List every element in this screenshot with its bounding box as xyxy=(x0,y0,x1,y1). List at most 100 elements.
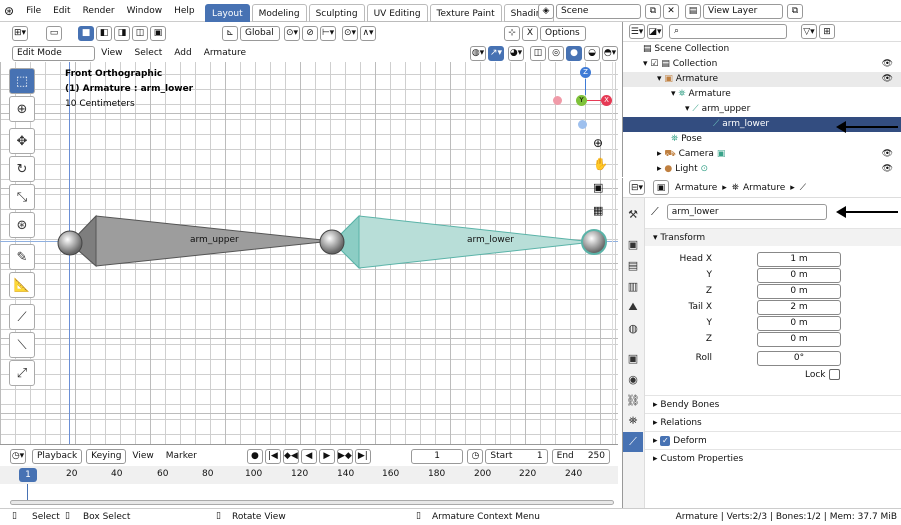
output-properties-icon[interactable]: ▤ xyxy=(623,255,643,275)
blender-logo-icon[interactable]: ⊛ xyxy=(4,4,14,18)
roll-field[interactable]: 0° xyxy=(757,351,841,366)
shading-wireframe-icon[interactable]: ◎ xyxy=(548,45,564,61)
current-frame-field[interactable]: 1 xyxy=(410,448,464,464)
menu-file[interactable]: File xyxy=(20,0,47,22)
select-mode-subtract-icon[interactable]: ◨ xyxy=(114,25,130,41)
new-scene-icon[interactable]: ⧉ xyxy=(645,3,661,19)
overlays-icon[interactable]: ◕▾ xyxy=(508,45,524,61)
menu-select[interactable]: Select xyxy=(129,42,169,64)
measure-icon[interactable]: 📐 xyxy=(9,272,35,298)
shading-solid-icon[interactable]: ● xyxy=(566,45,582,61)
pan-hand-icon[interactable]: ✋ xyxy=(593,157,608,171)
outliner-editor-type-icon[interactable]: ☰▾ xyxy=(629,24,645,39)
falloff-icon[interactable]: ∧▾ xyxy=(360,25,376,41)
prev-keyframe-icon[interactable]: ◆◀ xyxy=(282,448,299,464)
mode-dropdown[interactable]: Edit Mode xyxy=(12,45,96,61)
shading-material-icon[interactable]: ◒ xyxy=(584,45,600,61)
menu-window[interactable]: Window xyxy=(121,0,169,22)
camera-view-icon[interactable]: ▣ xyxy=(593,181,603,194)
outliner-search-input[interactable]: ⌕ xyxy=(669,24,787,39)
timeline-editor-icon[interactable]: ◷▾ xyxy=(10,448,26,464)
tab-modeling[interactable]: Modeling xyxy=(251,4,307,22)
delete-scene-icon[interactable]: ✕ xyxy=(663,3,679,19)
tool-settings-icon[interactable]: ⚒ xyxy=(623,204,643,224)
expand-arrow-icon[interactable]: ▸ xyxy=(657,149,662,159)
gizmo-neg-z[interactable] xyxy=(578,120,587,129)
outliner-row-arm-upper[interactable]: ▾ ⟋ arm_upper xyxy=(623,102,901,117)
snap-target-icon[interactable]: ⊢▾ xyxy=(320,25,336,41)
menu-add[interactable]: Add xyxy=(168,42,197,64)
transform-icon[interactable]: ⊛ xyxy=(9,212,35,238)
select-mode-intersect-icon[interactable]: ▣ xyxy=(150,25,166,41)
keying-dropdown[interactable]: Keying xyxy=(86,448,127,464)
checkbox-icon[interactable]: ☑ xyxy=(650,59,658,69)
outliner-row-collection[interactable]: ▾ ☑ ▤ Collection 👁 xyxy=(623,57,901,72)
bendy-bones-section[interactable]: ▸ Bendy Bones xyxy=(645,395,901,413)
xray-icon[interactable]: ◫ xyxy=(530,45,546,61)
joint-lower-tail[interactable] xyxy=(581,229,607,255)
bone-roll-icon[interactable]: ⟋ xyxy=(9,304,35,330)
expand-arrow-icon[interactable]: ▾ xyxy=(643,59,648,69)
annotate-icon[interactable]: ✎ xyxy=(9,244,35,270)
scale-icon[interactable]: ⤡ xyxy=(9,184,35,210)
play-reverse-icon[interactable]: ◀ xyxy=(300,448,317,464)
jump-start-icon[interactable]: |◀ xyxy=(264,448,281,464)
render-properties-icon[interactable]: ▣ xyxy=(623,234,643,254)
timeline-scrollbar[interactable] xyxy=(10,500,614,505)
frame-ruler[interactable]: 1 20 40 60 80 100 120 140 160 180 200 22… xyxy=(0,466,618,484)
scene-name[interactable]: Scene xyxy=(556,3,641,19)
tail-z-field[interactable]: 0 m xyxy=(757,332,841,347)
pivot-point-icon[interactable]: ⊙▾ xyxy=(284,25,300,41)
properties-editor-type-icon[interactable]: ⊟▾ xyxy=(629,180,645,195)
preview-range-icon[interactable]: ◷ xyxy=(467,448,484,464)
tab-layout[interactable]: Layout xyxy=(205,4,250,22)
menu-edit[interactable]: Edit xyxy=(47,0,76,22)
display-mode-icon[interactable]: ◪▾ xyxy=(647,24,663,39)
head-y-field[interactable]: 0 m xyxy=(757,268,841,283)
bone-name-field[interactable]: arm_lower xyxy=(666,204,827,220)
options-dropdown[interactable]: Options xyxy=(540,25,586,41)
view-layer-icon[interactable]: ▤ xyxy=(685,3,701,19)
visibility-eye-icon[interactable]: 👁 xyxy=(882,147,893,162)
bone-size-icon[interactable]: ⟍ xyxy=(9,332,35,358)
tab-texture-paint[interactable]: Texture Paint xyxy=(429,4,502,22)
tail-x-field[interactable]: 2 m xyxy=(757,300,841,315)
gizmo-y-axis[interactable]: Y xyxy=(576,95,587,106)
menu-help[interactable]: Help xyxy=(168,0,201,22)
view-layer-properties-icon[interactable]: ▥ xyxy=(623,276,643,296)
object-properties-icon[interactable]: ▣ xyxy=(623,348,643,368)
transform-header[interactable]: ▾ Transform xyxy=(645,228,901,246)
visibility-eye-icon[interactable]: 👁 xyxy=(882,57,893,72)
outliner-row-scene-collection[interactable]: ▤ Scene Collection xyxy=(623,42,901,57)
armature-data-properties-icon[interactable]: ⛯ xyxy=(623,411,643,431)
extrude-icon[interactable]: ⤢ xyxy=(9,360,35,386)
head-x-field[interactable]: 1 m xyxy=(757,252,841,267)
rotate-icon[interactable]: ↻ xyxy=(9,156,35,182)
tail-y-field[interactable]: 0 m xyxy=(757,316,841,331)
world-properties-icon[interactable]: ◍ xyxy=(623,318,643,338)
editor-type-icon[interactable]: ⊞▾ xyxy=(12,25,28,41)
timeline-view-menu[interactable]: View xyxy=(126,445,159,467)
visibility-eye-icon[interactable]: 👁 xyxy=(882,162,893,177)
scene-properties-icon[interactable]: ⛰ xyxy=(623,297,643,317)
new-view-layer-icon[interactable]: ⧉ xyxy=(787,3,803,19)
cursor-icon[interactable]: ⊕ xyxy=(9,96,35,122)
ortho-toggle-icon[interactable]: ▦ xyxy=(593,204,603,217)
mirror-x-icon[interactable]: X xyxy=(522,25,538,41)
filter-icon[interactable]: ▽▾ xyxy=(801,24,817,39)
bone-properties-icon[interactable]: ⟋ xyxy=(623,432,643,452)
expand-arrow-icon[interactable]: ▾ xyxy=(657,74,662,84)
joint-upper-tail[interactable] xyxy=(319,229,345,255)
physics-properties-icon[interactable]: ◉ xyxy=(623,369,643,389)
end-frame-field[interactable]: End 250 xyxy=(551,448,610,464)
record-icon[interactable]: ● xyxy=(246,448,263,464)
orientation-icon[interactable]: ⊾ xyxy=(222,25,238,41)
new-collection-icon[interactable]: ⊞ xyxy=(819,24,835,39)
snap-icon[interactable]: ⊘ xyxy=(302,25,318,41)
outliner-row-light[interactable]: ▸ ● Light ⊙ 👁 xyxy=(623,162,901,177)
visibility-icon[interactable]: ◍▾ xyxy=(470,45,486,61)
playback-dropdown[interactable]: Playback xyxy=(32,448,83,464)
timeline-marker-menu[interactable]: Marker xyxy=(160,445,203,467)
gizmo-neg-x[interactable] xyxy=(553,96,562,105)
outliner-row-pose[interactable]: ⛯ Pose xyxy=(623,132,901,147)
